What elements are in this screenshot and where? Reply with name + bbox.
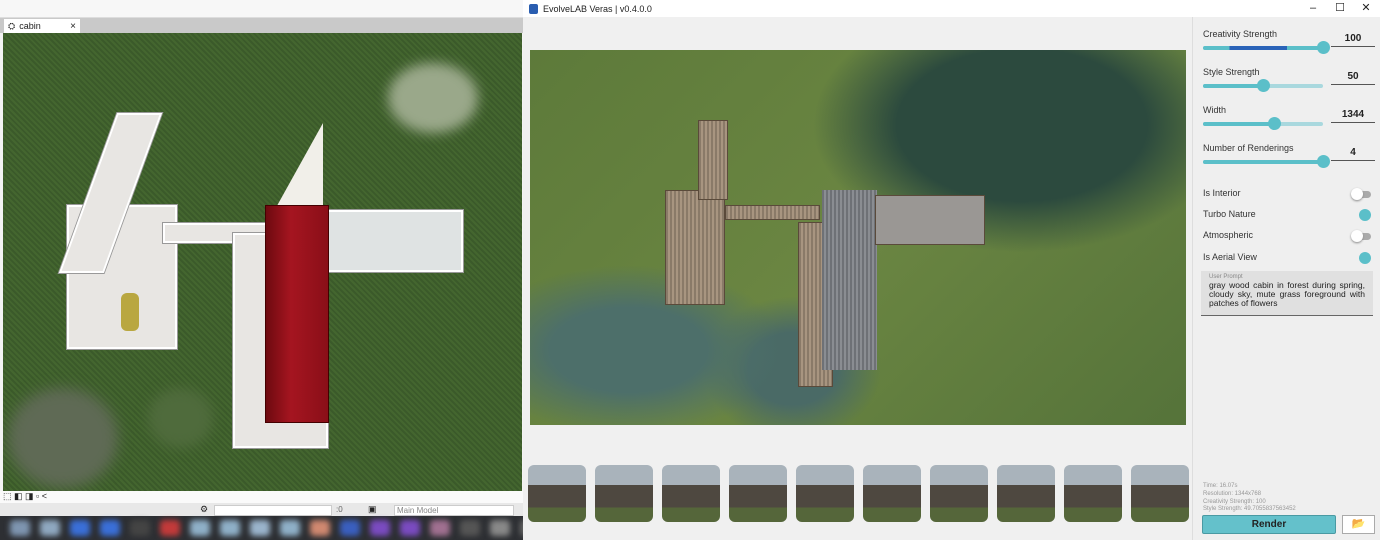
design-options-icon[interactable]: ▣ bbox=[368, 504, 377, 515]
taskbar-app-icon[interactable] bbox=[340, 520, 360, 536]
aerial-view-label: Is Aerial View bbox=[1203, 252, 1257, 262]
veras-window: EvolveLAB Veras | v0.4.0.0 – ☐ ✕ Creativ… bbox=[523, 0, 1380, 540]
render-thumbnail[interactable] bbox=[528, 465, 586, 522]
taskbar-app-icon[interactable] bbox=[70, 520, 90, 536]
width-slider[interactable] bbox=[1203, 117, 1323, 130]
taskbar-app-icon[interactable] bbox=[130, 520, 150, 536]
taskbar-app-icon[interactable] bbox=[160, 520, 180, 536]
taskbar-app-icon[interactable] bbox=[490, 520, 510, 536]
renderings-label: Number of Renderings bbox=[1203, 143, 1294, 153]
render-thumbnail[interactable] bbox=[662, 465, 720, 522]
open-folder-button[interactable]: 📂 bbox=[1342, 515, 1375, 534]
cabin-wing bbox=[665, 190, 725, 305]
taskbar-app-icon[interactable] bbox=[280, 520, 300, 536]
render-thumbnail[interactable] bbox=[997, 465, 1055, 522]
stat-resolution: Resolution: 1344x768 bbox=[1203, 490, 1262, 497]
status-bar: ⚙ :0 ▣ Main Model bbox=[0, 503, 523, 517]
thumbnail-strip bbox=[528, 465, 1189, 522]
car bbox=[121, 293, 139, 331]
filter-count: :0 bbox=[336, 505, 343, 514]
taskbar-app-icon[interactable] bbox=[310, 520, 330, 536]
aerial-view-toggle[interactable] bbox=[1353, 252, 1371, 264]
render-stats: Time: 16.07s Resolution: 1344x768 Creati… bbox=[1203, 483, 1296, 514]
east-wing bbox=[323, 210, 463, 272]
taskbar-app-icon[interactable] bbox=[370, 520, 390, 536]
prompt-text: gray wood cabin in forest during spring,… bbox=[1209, 279, 1365, 309]
renderings-slider[interactable] bbox=[1203, 155, 1330, 168]
style-strength-value[interactable]: 50 bbox=[1331, 71, 1375, 85]
turbo-nature-toggle[interactable] bbox=[1353, 209, 1371, 221]
taskbar-app-icon[interactable] bbox=[460, 520, 480, 536]
settings-panel: Creativity Strength 100 Style Strength 5… bbox=[1192, 17, 1380, 540]
render-thumbnail[interactable] bbox=[1064, 465, 1122, 522]
render-thumbnail[interactable] bbox=[863, 465, 921, 522]
close-tab-icon[interactable]: × bbox=[70, 21, 76, 32]
tab-label: cabin bbox=[19, 21, 41, 31]
taskbar-app-icon[interactable] bbox=[100, 520, 120, 536]
window-title: EvolveLAB Veras | v0.4.0.0 bbox=[543, 3, 652, 14]
creativity-strength-label: Creativity Strength bbox=[1203, 29, 1278, 39]
width-label: Width bbox=[1203, 105, 1227, 115]
maximize-button[interactable]: ☐ bbox=[1326, 0, 1354, 17]
triangular-roof bbox=[273, 123, 323, 213]
tab-cabin[interactable]: ⛭ cabin × bbox=[4, 19, 80, 33]
model-dropdown[interactable]: Main Model bbox=[394, 505, 514, 516]
stat-time: Time: 16.07s bbox=[1203, 483, 1238, 489]
stat-style: Style Strength: 49.7055837563452 bbox=[1203, 506, 1296, 513]
taskbar-app-icon[interactable] bbox=[220, 520, 240, 536]
render-thumbnail[interactable] bbox=[930, 465, 988, 522]
minimize-button[interactable]: – bbox=[1299, 0, 1327, 17]
atmospheric-label: Atmospheric bbox=[1203, 230, 1254, 240]
user-prompt-field[interactable]: User Prompt gray wood cabin in forest du… bbox=[1201, 271, 1373, 316]
taskbar-app-icon[interactable] bbox=[250, 520, 270, 536]
style-strength-label: Style Strength bbox=[1203, 67, 1260, 77]
worksets-icon[interactable]: ⚙ bbox=[200, 504, 208, 515]
folder-icon: 📂 bbox=[1351, 518, 1366, 530]
render-thumbnail[interactable] bbox=[796, 465, 854, 522]
tree bbox=[8, 388, 118, 488]
revit-window: ⛭ cabin × ⬚ ◧ ◨ ▫ < ⚙ :0 ▣ Main Model bbox=[0, 0, 790, 540]
title-bar: EvolveLAB Veras | v0.4.0.0 – ☐ ✕ bbox=[523, 0, 1380, 17]
red-roof bbox=[265, 205, 329, 423]
taskbar-app-icon[interactable] bbox=[40, 520, 60, 536]
atmospheric-toggle[interactable] bbox=[1351, 230, 1371, 242]
render-thumbnail[interactable] bbox=[729, 465, 787, 522]
rendered-image bbox=[530, 50, 1186, 425]
render-thumbnail[interactable] bbox=[595, 465, 653, 522]
taskbar-app-icon[interactable] bbox=[190, 520, 210, 536]
taskbar-app-icon[interactable] bbox=[10, 520, 30, 536]
scroll-left-button[interactable]: < bbox=[42, 491, 47, 501]
is-interior-label: Is Interior bbox=[1203, 188, 1241, 198]
walkway bbox=[725, 205, 820, 220]
view-controls-icon[interactable]: ⬚ ◧ ◨ ▫ bbox=[3, 491, 42, 501]
turbo-nature-label: Turbo Nature bbox=[1203, 209, 1256, 219]
render-thumbnail[interactable] bbox=[1131, 465, 1189, 522]
tree bbox=[148, 388, 213, 448]
veras-logo-icon bbox=[529, 3, 538, 14]
workset-dropdown[interactable] bbox=[214, 505, 332, 516]
renderings-value[interactable]: 4 bbox=[1331, 147, 1375, 161]
revit-ribbon bbox=[0, 0, 523, 18]
is-interior-toggle[interactable] bbox=[1351, 188, 1371, 200]
taskbar-app-icon[interactable] bbox=[430, 520, 450, 536]
close-button[interactable]: ✕ bbox=[1352, 0, 1380, 17]
style-strength-slider[interactable] bbox=[1203, 79, 1323, 92]
render-button[interactable]: Render bbox=[1202, 515, 1336, 534]
view-control-bar: ⬚ ◧ ◨ ▫ < bbox=[0, 491, 523, 503]
stat-creativity: Creativity Strength: 100 bbox=[1203, 498, 1266, 505]
revit-3d-view[interactable] bbox=[3, 33, 522, 491]
width-value[interactable]: 1344 bbox=[1331, 109, 1375, 123]
cabin-wing bbox=[698, 120, 728, 200]
creativity-strength-value[interactable]: 100 bbox=[1331, 33, 1375, 47]
creativity-strength-slider[interactable] bbox=[1203, 41, 1330, 54]
view-3d-icon: ⛭ bbox=[8, 20, 16, 31]
tree bbox=[388, 63, 478, 133]
taskbar-app-icon[interactable] bbox=[400, 520, 420, 536]
cabin-wing bbox=[875, 195, 985, 245]
gray-roof bbox=[822, 190, 877, 370]
